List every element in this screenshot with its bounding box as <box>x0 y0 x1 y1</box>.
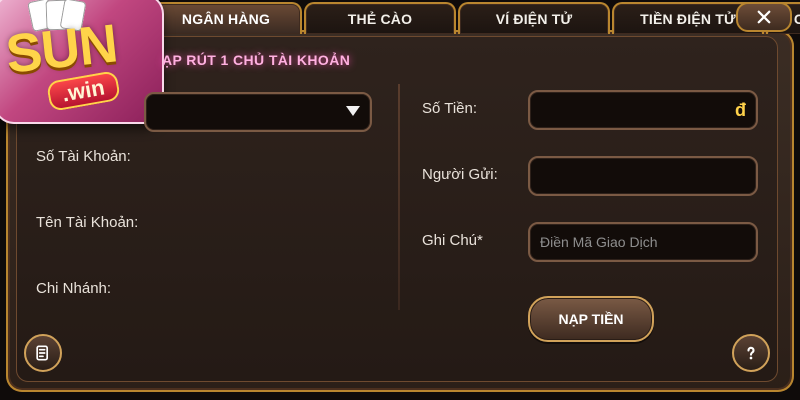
vertical-divider <box>398 84 400 310</box>
currency-symbol: đ <box>735 100 746 120</box>
label-note: Ghi Chú* <box>422 232 483 249</box>
amount-field[interactable]: đ <box>528 90 758 130</box>
label-sender: Người Gửi: <box>422 166 498 183</box>
brand-logo: SUN .win <box>0 0 164 124</box>
sender-field[interactable] <box>528 156 758 196</box>
tab-bank[interactable]: NGÂN HÀNG <box>150 2 302 34</box>
label-amount: Số Tiền: <box>422 100 478 117</box>
top-tabs: NGÂN HÀNG THẺ CÀO VÍ ĐIỆN TỬ TIỀN ĐIỆN T… <box>150 0 800 34</box>
history-icon <box>36 345 49 361</box>
close-button[interactable] <box>736 2 792 32</box>
bank-select[interactable] <box>144 92 372 132</box>
deposit-button[interactable]: NẠP TIỀN <box>528 296 654 342</box>
close-icon <box>757 10 771 24</box>
note-field[interactable] <box>528 222 758 262</box>
sender-input[interactable] <box>530 158 756 194</box>
history-button[interactable] <box>24 334 62 372</box>
chevron-down-icon <box>346 106 360 116</box>
tab-ewallet[interactable]: VÍ ĐIỆN TỬ <box>458 2 610 34</box>
tab-card[interactable]: THẺ CÀO <box>304 2 456 34</box>
help-button[interactable] <box>732 334 770 372</box>
label-branch: Chi Nhánh: <box>36 280 112 297</box>
note-input[interactable] <box>530 224 756 260</box>
amount-input[interactable] <box>530 92 756 128</box>
help-icon <box>747 346 755 360</box>
label-account-name: Tên Tài Khoản: <box>36 214 139 231</box>
deposit-rule-heading: ẠP RÚT 1 CHỦ TÀI KHOẢN <box>162 52 351 68</box>
label-account-number: Số Tài Khoản: <box>36 148 131 165</box>
